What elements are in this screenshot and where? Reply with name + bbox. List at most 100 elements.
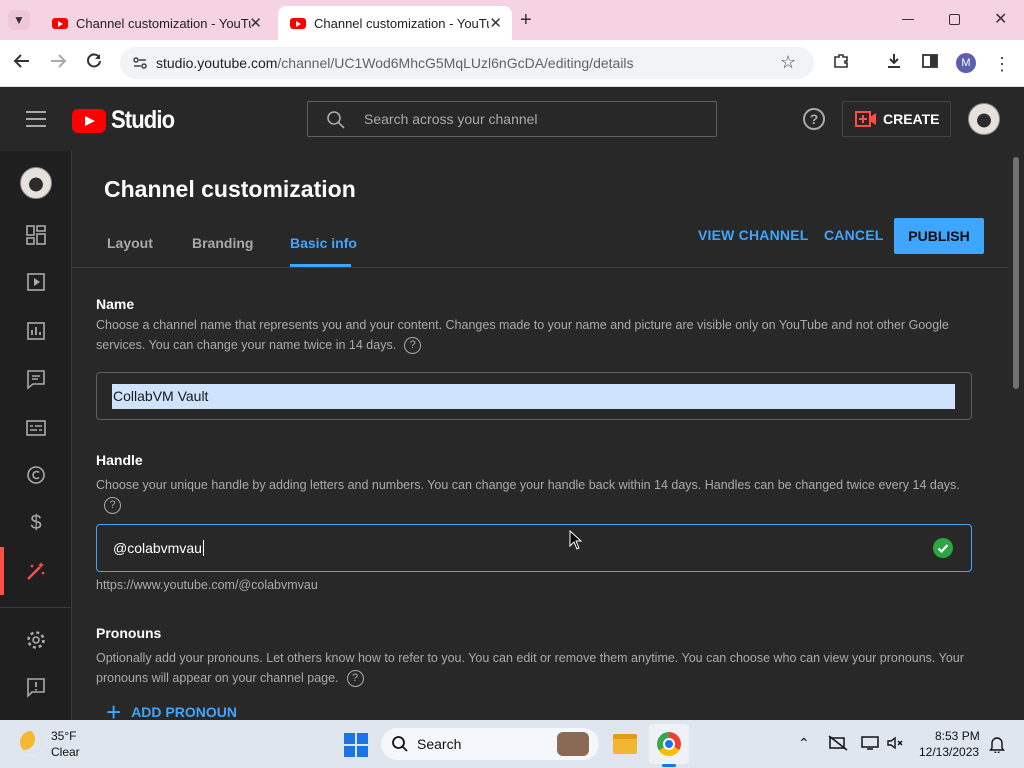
browser-tab-1[interactable]: Channel customization - YouTub ✕ xyxy=(40,6,272,40)
search-placeholder: Search across your channel xyxy=(364,111,538,127)
scrollbar-thumb[interactable] xyxy=(1013,157,1019,389)
handle-input-value[interactable]: @colabvmvau xyxy=(113,540,204,556)
help-icon[interactable]: ? xyxy=(803,108,825,130)
tab-title: Channel customization - YouTub xyxy=(76,15,251,31)
create-button[interactable]: CREATE xyxy=(842,101,951,137)
youtube-favicon-icon xyxy=(290,17,306,29)
view-channel-button[interactable]: VIEW CHANNEL xyxy=(698,227,809,243)
tab-title: Channel customization - YouTub xyxy=(314,15,489,31)
publish-label: PUBLISH xyxy=(908,228,970,244)
display-icon[interactable] xyxy=(861,735,879,756)
clock-date[interactable]: 12/13/2023 xyxy=(919,745,979,759)
comments-icon[interactable] xyxy=(24,367,48,391)
youtube-logo-icon xyxy=(72,108,106,133)
browser-toolbar: studio.youtube.com/channel/UC1Wod6MhcG5M… xyxy=(0,40,1024,87)
settings-gear-icon[interactable] xyxy=(24,628,48,652)
tab-branding[interactable]: Branding xyxy=(192,235,253,251)
studio-logo[interactable]: Studio xyxy=(72,106,183,135)
windows-start-icon[interactable] xyxy=(344,733,368,757)
analytics-icon[interactable] xyxy=(24,319,48,343)
pronouns-section-title: Pronouns xyxy=(96,625,162,641)
handle-url: https://www.youtube.com/@colabvmvau xyxy=(96,578,318,592)
name-input-selection xyxy=(112,384,955,409)
name-section-title: Name xyxy=(96,296,135,312)
account-avatar[interactable] xyxy=(968,103,1000,135)
mouse-cursor-icon xyxy=(569,529,583,555)
clock-time[interactable]: 8:53 PM xyxy=(935,729,980,743)
search-highlight-image xyxy=(557,732,589,756)
show-hidden-icons-chevron-icon[interactable]: ⌃ xyxy=(798,735,810,752)
tabs-divider xyxy=(72,267,1008,268)
handle-field[interactable]: @colabvmvau xyxy=(96,524,972,572)
create-video-icon xyxy=(855,111,877,130)
extensions-icon[interactable] xyxy=(829,52,853,76)
url-host: studio.youtube.com xyxy=(156,55,278,71)
handle-valid-check-icon xyxy=(933,538,953,558)
handle-help-icon[interactable]: ? xyxy=(104,497,121,515)
weather-desc: Clear xyxy=(51,745,80,759)
publish-button[interactable]: PUBLISH xyxy=(894,218,984,254)
close-window-icon[interactable]: ✕ xyxy=(994,9,1007,29)
profile-avatar[interactable]: M xyxy=(956,53,976,73)
weather-moon-icon[interactable] xyxy=(20,731,42,753)
name-desc-text: Choose a channel name that represents yo… xyxy=(96,318,949,352)
side-panel-icon[interactable] xyxy=(918,52,942,76)
browser-tab-2-active[interactable]: Channel customization - YouTub ✕ xyxy=(278,6,512,40)
page-title: Channel customization xyxy=(104,176,356,202)
create-label: CREATE xyxy=(883,111,940,127)
tab-list-chevron-icon[interactable]: ▼ xyxy=(8,10,30,30)
new-tab-icon[interactable]: + xyxy=(520,9,532,32)
content-icon[interactable] xyxy=(24,270,48,294)
name-field[interactable]: CollabVM Vault xyxy=(96,372,972,420)
close-tab-icon[interactable]: ✕ xyxy=(249,14,262,32)
site-info-icon[interactable] xyxy=(132,55,148,74)
subtitles-icon[interactable] xyxy=(24,416,48,440)
windows-taskbar: 35°F Clear Search ⌃ 8:53 PM 12/13/2023 xyxy=(0,720,1024,768)
bookmark-star-icon[interactable]: ☆ xyxy=(780,52,796,73)
download-icon[interactable] xyxy=(882,52,906,76)
browser-tab-bar: ▼ Channel customization - YouTub ✕ Chann… xyxy=(0,0,1024,40)
name-input-value[interactable]: CollabVM Vault xyxy=(113,388,208,404)
cancel-button[interactable]: CANCEL xyxy=(824,227,884,243)
customization-wand-icon[interactable] xyxy=(24,559,48,583)
handle-section-desc: Choose your unique handle by adding lett… xyxy=(96,475,966,515)
search-icon xyxy=(326,110,346,133)
youtube-favicon-icon xyxy=(52,17,68,29)
taskbar-search[interactable]: Search xyxy=(381,728,599,760)
feedback-icon[interactable] xyxy=(24,675,48,699)
studio-logo-text: Studio xyxy=(111,106,175,134)
tab-basic-info[interactable]: Basic info xyxy=(290,235,357,251)
volume-muted-icon[interactable] xyxy=(886,735,904,756)
studio-header: Studio Search across your channel ? CREA… xyxy=(0,87,1024,151)
earn-dollar-icon[interactable]: $ xyxy=(24,511,48,535)
pronouns-help-icon[interactable]: ? xyxy=(346,670,364,688)
name-help-icon[interactable]: ? xyxy=(404,337,422,355)
add-pronoun-button[interactable]: + ADD PRONOUN xyxy=(106,699,237,720)
back-arrow-icon[interactable] xyxy=(10,52,34,76)
dashboard-icon[interactable] xyxy=(24,223,48,247)
forward-arrow-icon xyxy=(46,52,70,76)
network-icon[interactable] xyxy=(828,735,848,756)
url-path: /channel/UC1Wod6MhcG5MqLUzl6nGcDA/editin… xyxy=(277,55,634,71)
search-input[interactable]: Search across your channel xyxy=(307,101,717,137)
notifications-bell-icon[interactable] xyxy=(989,735,1005,758)
taskbar-search-label: Search xyxy=(417,736,462,752)
page-scrollbar[interactable] xyxy=(1008,151,1024,720)
chrome-icon[interactable] xyxy=(657,732,681,756)
copyright-icon[interactable] xyxy=(24,463,48,487)
close-tab-icon[interactable]: ✕ xyxy=(489,14,502,32)
restore-icon[interactable] xyxy=(949,14,960,25)
tab-layout[interactable]: Layout xyxy=(107,235,153,251)
minimize-icon[interactable] xyxy=(902,19,914,20)
browser-menu-icon[interactable]: ⋮ xyxy=(990,52,1014,76)
taskbar-search-icon xyxy=(391,735,409,756)
hamburger-menu-icon[interactable] xyxy=(26,111,46,127)
weather-temp: 35°F xyxy=(51,729,77,743)
add-pronoun-label: ADD PRONOUN xyxy=(131,704,237,720)
file-explorer-icon[interactable] xyxy=(613,734,637,754)
reload-icon[interactable] xyxy=(82,52,106,76)
name-section-desc: Choose a channel name that represents yo… xyxy=(96,315,966,355)
active-indicator xyxy=(0,547,4,595)
address-bar[interactable]: studio.youtube.com/channel/UC1Wod6MhcG5M… xyxy=(120,47,814,79)
channel-avatar[interactable] xyxy=(20,167,52,199)
